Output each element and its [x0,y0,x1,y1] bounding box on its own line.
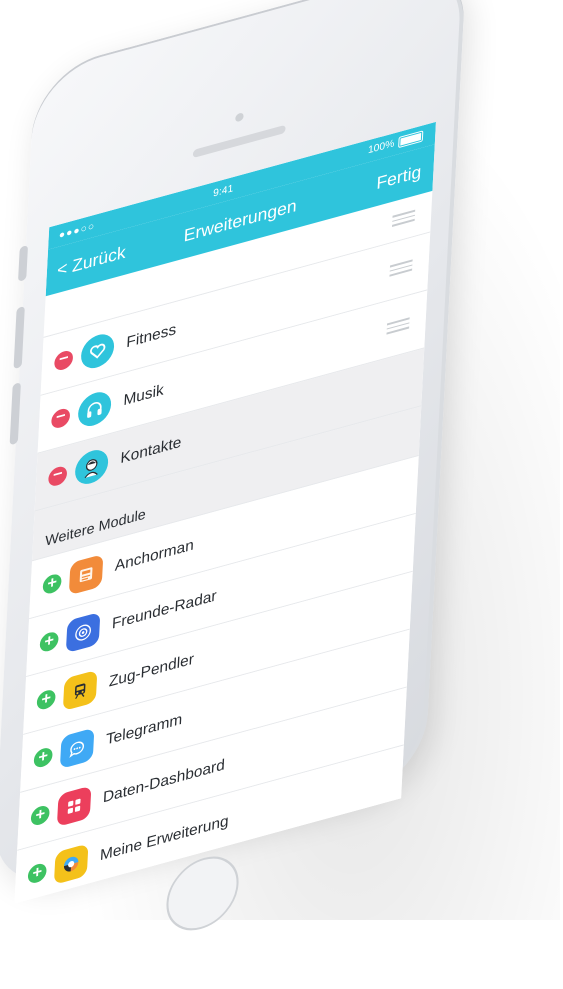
custom-extension-icon [53,843,89,885]
radar-icon [65,611,101,654]
volume-down-button [9,382,21,446]
extensions-list: − Fitness − Musik − Kontakte Weitere Module +… [14,190,433,904]
battery-percent: 100% [367,138,395,157]
module-label: Freunde-Radar [111,587,217,633]
heart-icon [80,330,115,372]
module-label: Anchorman [114,536,195,575]
train-icon [62,669,98,712]
status-time: 9:41 [212,183,234,200]
front-camera [235,112,244,123]
remove-module-button[interactable]: − [50,406,71,431]
module-label: Telegramm [105,710,183,749]
phone-screen: ●●●○○ 9:41 100% < Zurück Erweiterungen F… [14,121,436,904]
module-label: Fitness [125,320,177,352]
newspaper-icon [68,553,104,596]
add-module-button[interactable]: + [39,630,59,654]
add-module-button[interactable]: + [27,861,47,886]
remove-module-button[interactable]: − [47,464,68,488]
chat-bubble-icon [59,727,95,770]
remove-module-button[interactable]: − [53,348,74,373]
battery-icon [398,130,424,149]
phone-frame: ●●●○○ 9:41 100% < Zurück Erweiterungen F… [0,0,467,939]
reorder-handle-icon[interactable] [392,209,416,228]
module-label: Musik [122,381,165,410]
reorder-handle-icon[interactable] [389,259,413,277]
volume-up-button [13,305,25,370]
add-module-button[interactable]: + [30,803,50,828]
home-button[interactable] [164,848,241,939]
dashboard-grid-icon [56,785,92,827]
reorder-handle-icon[interactable] [386,317,410,335]
add-module-button[interactable]: + [42,572,62,596]
headphones-icon [77,388,112,430]
done-button[interactable]: Fertig [376,162,422,194]
module-label: Zug-Pendler [108,650,195,691]
mute-switch [18,245,29,282]
contact-avatar-icon [74,446,109,488]
earpiece-speaker [192,124,286,159]
phone-device: ●●●○○ 9:41 100% < Zurück Erweiterungen F… [0,0,491,939]
module-label: Kontakte [120,433,182,468]
add-module-button[interactable]: + [33,745,53,770]
add-module-button[interactable]: + [36,688,56,712]
